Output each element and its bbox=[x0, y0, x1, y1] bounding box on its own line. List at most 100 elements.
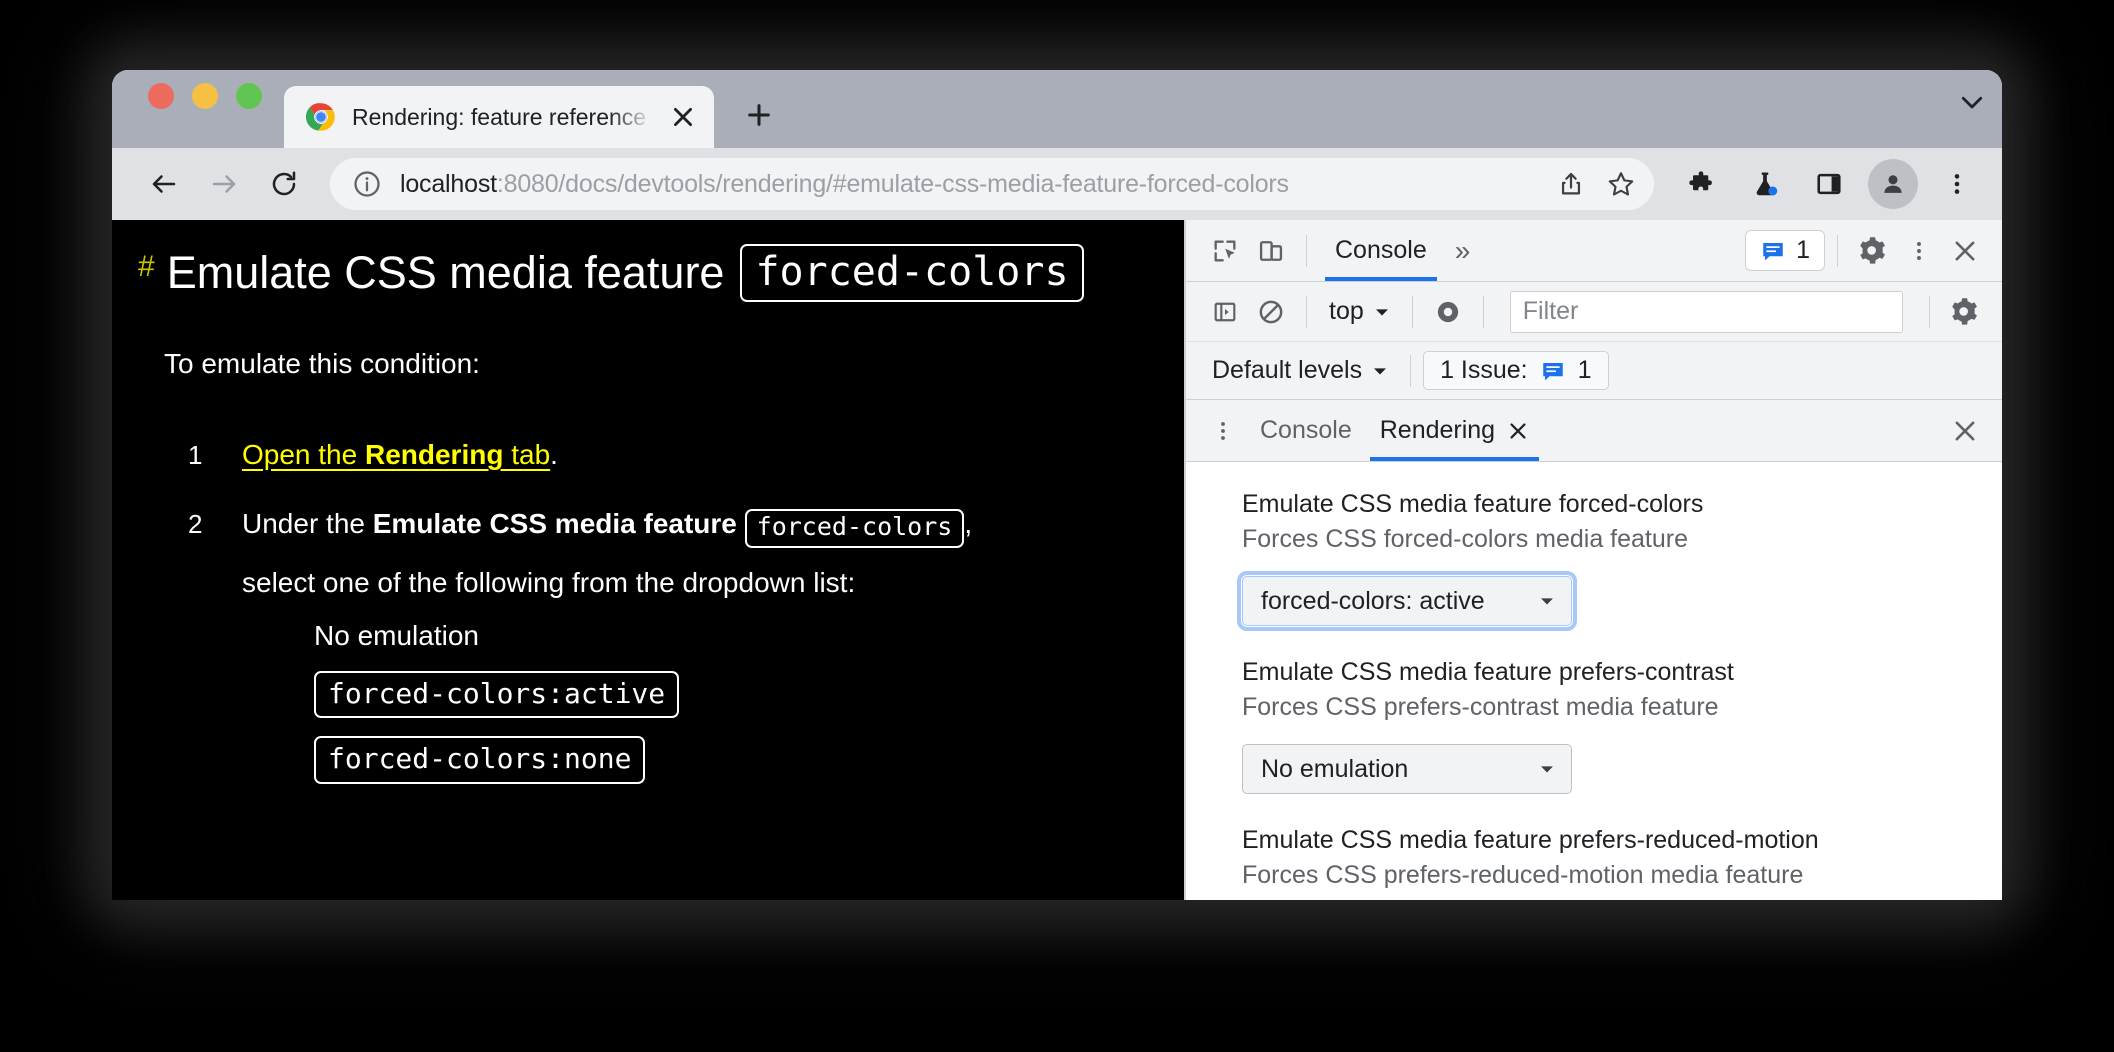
step-2-bold: Emulate CSS media feature bbox=[372, 508, 737, 540]
gear-icon[interactable] bbox=[1850, 228, 1896, 274]
chevron-down-icon bbox=[1374, 304, 1390, 320]
tabs-overflow-icon[interactable]: » bbox=[1443, 235, 1483, 267]
select-value: No emulation bbox=[1261, 754, 1409, 783]
clear-console-icon[interactable] bbox=[1248, 289, 1294, 335]
drawer-tab-label: Rendering bbox=[1379, 416, 1496, 444]
steps-list: Open the Rendering tab. Under the Emulat… bbox=[138, 434, 1144, 784]
toolbar-divider bbox=[1482, 295, 1484, 328]
url-host: localhost bbox=[400, 169, 497, 198]
step-item-2: Under the Emulate CSS media feature forc… bbox=[164, 503, 1144, 784]
page-title-text: Emulate CSS media feature bbox=[166, 247, 725, 299]
page-title-code: forced-colors bbox=[740, 244, 1084, 302]
section-description: Forces CSS forced-colors media feature bbox=[1242, 525, 1689, 553]
address-bar[interactable]: localhost:8080/docs/devtools/rendering/#… bbox=[330, 158, 1654, 210]
minimize-window-button[interactable] bbox=[192, 83, 218, 109]
step-1-trailing: . bbox=[550, 439, 558, 470]
step-2-text-before: Under the bbox=[242, 508, 373, 540]
new-tab-button[interactable] bbox=[732, 88, 786, 142]
log-levels-dropdown[interactable]: Default levels bbox=[1202, 356, 1398, 385]
execution-context-dropdown[interactable]: top bbox=[1319, 297, 1400, 326]
step-2-code: forced-colors bbox=[744, 509, 965, 548]
share-icon[interactable] bbox=[1546, 159, 1596, 209]
url-path: :8080/docs/devtools/rendering/#emulate-c… bbox=[496, 169, 1289, 198]
tab-strip-spacer bbox=[786, 70, 1942, 148]
close-icon[interactable] bbox=[1942, 228, 1988, 274]
tab-console[interactable]: Console bbox=[1319, 220, 1443, 281]
toolbar-divider bbox=[1929, 295, 1930, 328]
chrome-browser-window: Rendering: feature reference - localhost… bbox=[112, 70, 2002, 900]
gear-icon[interactable] bbox=[1942, 289, 1988, 335]
toolbar-divider bbox=[1411, 295, 1413, 328]
chevron-down-icon[interactable] bbox=[1942, 70, 2002, 148]
option-label-code: forced-colors:active bbox=[314, 670, 680, 719]
kebab-menu-icon[interactable] bbox=[1200, 408, 1246, 454]
open-rendering-tab-link[interactable]: Open the Rendering tab bbox=[242, 439, 550, 470]
console-sidebar-icon[interactable] bbox=[1202, 289, 1248, 335]
drawer-tab-label: Console bbox=[1260, 416, 1352, 444]
rendering-section-prefers-reduced-motion: Emulate CSS media feature prefers-reduce… bbox=[1242, 824, 2002, 892]
drawer-tab-console[interactable]: Console bbox=[1246, 400, 1366, 461]
extensions-puzzle-icon[interactable] bbox=[1674, 157, 1728, 211]
chevron-down-icon bbox=[1372, 363, 1388, 379]
section-title: Emulate CSS media feature forced-colors bbox=[1242, 490, 1704, 518]
inspect-element-icon[interactable] bbox=[1202, 228, 1248, 274]
live-expression-icon[interactable] bbox=[1425, 289, 1471, 335]
rendering-panel-body: Emulate CSS media feature forced-colors … bbox=[1186, 462, 2002, 900]
tab-title: Rendering: feature reference - bbox=[352, 103, 652, 130]
chrome-menu-icon[interactable] bbox=[1930, 157, 1984, 211]
maximize-window-button[interactable] bbox=[236, 83, 262, 109]
console-filter-toolbar: top Filter bbox=[1186, 282, 2002, 342]
issue-message-icon bbox=[1760, 238, 1786, 264]
tab-strip: Rendering: feature reference - bbox=[112, 70, 2002, 148]
issues-summary-label: 1 Issue: bbox=[1440, 356, 1528, 384]
intro-paragraph: To emulate this condition: bbox=[164, 348, 480, 379]
issues-summary-count: 1 bbox=[1577, 356, 1592, 384]
anchor-link-icon[interactable]: # bbox=[138, 250, 155, 283]
link-prefix: Open the bbox=[242, 439, 365, 470]
prefers-contrast-select[interactable]: No emulation bbox=[1242, 744, 1572, 794]
info-circle-icon[interactable] bbox=[352, 169, 382, 199]
step-2-text-after: , bbox=[964, 508, 973, 540]
device-toolbar-icon[interactable] bbox=[1248, 228, 1294, 274]
devtools-main-toolbar: Console » 1 bbox=[1186, 220, 2002, 282]
side-panel-icon[interactable] bbox=[1802, 157, 1856, 211]
page-title: # Emulate CSS media feature forced-color… bbox=[138, 244, 1144, 302]
dropdown-option-forced-colors-active: forced-colors:active bbox=[314, 670, 1144, 719]
console-filter-input[interactable]: Filter bbox=[1509, 290, 1903, 333]
dropdown-option-forced-colors-none: forced-colors:none bbox=[314, 736, 1144, 784]
section-description: Forces CSS prefers-reduced-motion media … bbox=[1242, 861, 1804, 889]
experiments-flask-icon[interactable] bbox=[1738, 157, 1792, 211]
execution-context-label: top bbox=[1329, 297, 1364, 325]
toolbar-divider bbox=[1306, 295, 1307, 328]
drawer-tab-close-icon[interactable] bbox=[1507, 420, 1529, 442]
step-2-line2: select one of the following from the dro… bbox=[242, 566, 856, 598]
close-icon[interactable] bbox=[1942, 408, 1988, 454]
toolbar-divider bbox=[1410, 354, 1412, 387]
reload-icon[interactable] bbox=[256, 156, 312, 212]
tab-close-icon[interactable] bbox=[666, 100, 700, 134]
devtools-drawer-tabs: Console Rendering bbox=[1186, 400, 2002, 462]
window-traffic-lights bbox=[112, 70, 284, 148]
rendering-section-prefers-contrast: Emulate CSS media feature prefers-contra… bbox=[1242, 656, 2002, 794]
drawer-tab-rendering[interactable]: Rendering bbox=[1366, 400, 1543, 461]
browser-tab[interactable]: Rendering: feature reference - bbox=[284, 86, 714, 148]
kebab-menu-icon[interactable] bbox=[1896, 228, 1942, 274]
section-title: Emulate CSS media feature prefers-contra… bbox=[1242, 658, 1734, 686]
page-content: # Emulate CSS media feature forced-color… bbox=[112, 222, 1184, 784]
star-icon[interactable] bbox=[1596, 159, 1646, 209]
chevron-down-icon bbox=[1539, 593, 1555, 609]
section-title: Emulate CSS media feature prefers-reduce… bbox=[1242, 826, 1819, 854]
issues-summary-pill[interactable]: 1 Issue: 1 bbox=[1423, 351, 1609, 390]
avatar[interactable] bbox=[1868, 159, 1918, 209]
browser-toolbar: localhost:8080/docs/devtools/rendering/#… bbox=[112, 148, 2002, 220]
close-window-button[interactable] bbox=[148, 83, 174, 109]
profile-avatar-icon[interactable] bbox=[1866, 157, 1920, 211]
section-description: Forces CSS prefers-contrast media featur… bbox=[1242, 693, 1719, 721]
address-bar-url: localhost:8080/docs/devtools/rendering/#… bbox=[400, 170, 1546, 199]
back-arrow-icon[interactable] bbox=[136, 156, 192, 212]
toolbar-divider bbox=[1837, 234, 1838, 267]
forward-arrow-icon[interactable] bbox=[196, 156, 252, 212]
toolbar-divider bbox=[1306, 234, 1307, 267]
forced-colors-select[interactable]: forced-colors: active bbox=[1237, 571, 1577, 631]
issues-badge[interactable]: 1 bbox=[1745, 230, 1825, 271]
